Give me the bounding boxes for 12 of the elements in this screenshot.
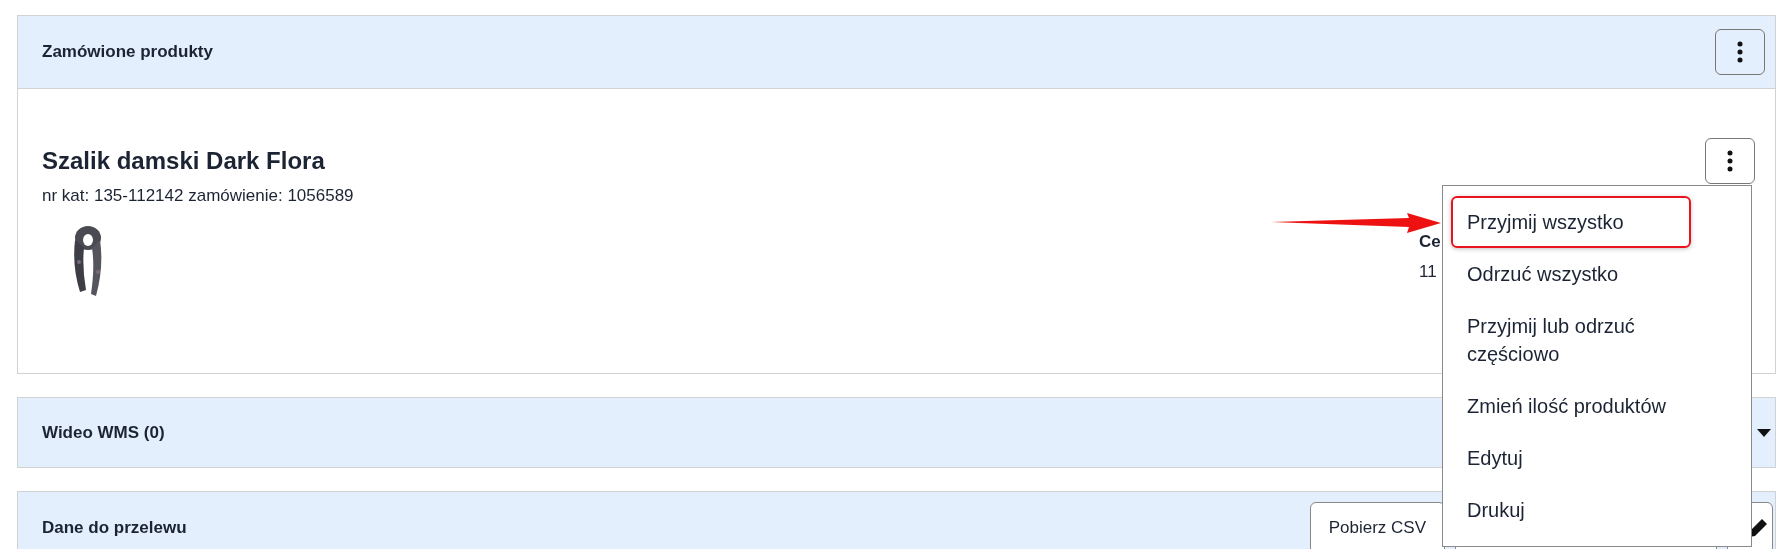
panel-title: Zamówione produkty [42, 42, 213, 62]
menu-item[interactable]: Przyjmij lub odrzuć częściowo [1451, 300, 1691, 380]
menu-item[interactable]: Odrzuć wszystko [1451, 248, 1691, 300]
panel-title: Wideo WMS (0) [42, 422, 165, 443]
download-button[interactable]: Pobierz CSV [1309, 502, 1445, 549]
menu-item[interactable]: Drukuj [1451, 484, 1691, 536]
menu-item[interactable]: Przyjmij wszystko [1451, 196, 1691, 248]
column-value: 11 [1419, 262, 1437, 282]
product-meta: nr kat: 135-112142 zamówienie: 1056589 [42, 186, 355, 206]
product-name: Szalik damski Dark Flora [42, 147, 325, 175]
panel-title: Dane do przelewu [42, 518, 187, 538]
column-label: Ce [1419, 232, 1441, 252]
